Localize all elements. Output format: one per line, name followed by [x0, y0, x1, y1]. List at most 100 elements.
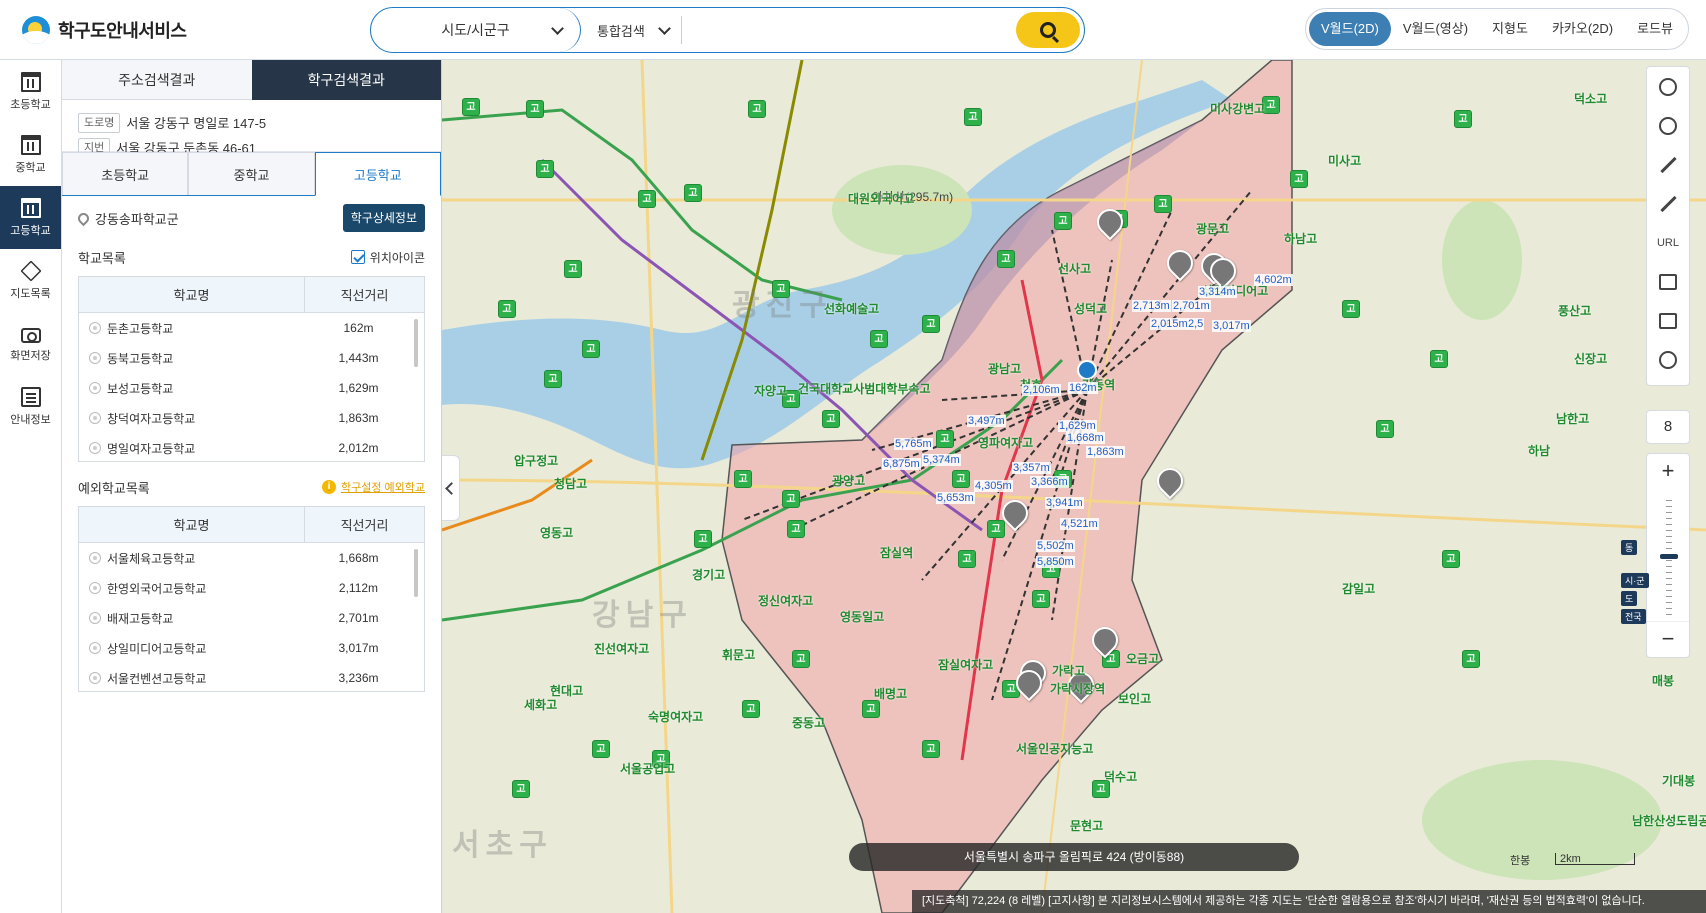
exception-info-link[interactable]: i 학구설정 예외학교 — [321, 479, 425, 495]
school-marker[interactable]: 고 — [734, 470, 752, 488]
map-view[interactable]: 광진구 강남구 서초구 고고고고고고고고고고고고고고고고고고고고고고고고고고고고… — [442, 60, 1706, 913]
tab-high[interactable]: 고등학교 — [314, 152, 441, 196]
table-row[interactable]: 동북고등학교 1,443m — [79, 343, 424, 373]
school-marker[interactable]: 고 — [822, 410, 840, 428]
school-marker[interactable]: 고 — [742, 700, 760, 718]
school-marker[interactable]: 고 — [694, 530, 712, 548]
nav-middle[interactable]: 중학교 — [0, 123, 61, 186]
radio-icon[interactable] — [89, 672, 101, 684]
print-button[interactable] — [1647, 262, 1689, 301]
school-marker[interactable]: 고 — [952, 470, 970, 488]
zoom-level-label[interactable]: 전국 — [1621, 609, 1646, 624]
table-row[interactable]: 배재고등학교 2,701m — [79, 603, 424, 633]
url-button[interactable]: URL — [1647, 223, 1689, 262]
school-marker[interactable]: 고 — [498, 300, 516, 318]
edit-button[interactable] — [1647, 301, 1689, 340]
measure-button[interactable] — [1647, 145, 1689, 184]
tab-district-result[interactable]: 학구검색결과 — [251, 60, 441, 100]
zoom-level-label[interactable]: 도 — [1621, 591, 1638, 606]
school-marker[interactable]: 고 — [462, 98, 480, 116]
tab-terrain[interactable]: 지형도 — [1480, 12, 1540, 46]
school-marker[interactable]: 고 — [870, 330, 888, 348]
locate-button[interactable] — [1647, 340, 1689, 379]
search-input[interactable] — [681, 16, 1016, 44]
school-marker[interactable]: 고 — [512, 780, 530, 798]
school-marker[interactable]: 고 — [862, 700, 880, 718]
nav-elementary[interactable]: 초등학교 — [0, 60, 61, 123]
radio-icon[interactable] — [89, 382, 101, 394]
checkbox-icon[interactable] — [350, 250, 365, 264]
radio-icon[interactable] — [89, 442, 101, 454]
tab-kakao-2d[interactable]: 카카오(2D) — [1540, 12, 1625, 46]
radio-icon[interactable] — [89, 582, 101, 594]
school-marker[interactable]: 고 — [544, 370, 562, 388]
table-row[interactable]: 명일여자고등학교 2,012m — [79, 433, 424, 461]
school-marker[interactable]: 고 — [1054, 212, 1072, 230]
radio-icon[interactable] — [89, 612, 101, 624]
table-row[interactable]: 보성고등학교 1,629m — [79, 373, 424, 403]
school-marker[interactable]: 고 — [748, 100, 766, 118]
nav-high[interactable]: 고등학교 — [0, 186, 61, 249]
table-row[interactable]: 한영외국어고등학교 2,112m — [79, 573, 424, 603]
radio-icon[interactable] — [89, 642, 101, 654]
school-marker[interactable]: 고 — [1442, 550, 1460, 568]
radio-icon[interactable] — [89, 412, 101, 424]
school-marker[interactable]: 고 — [1154, 195, 1172, 213]
school-marker[interactable]: 고 — [1454, 110, 1472, 128]
school-marker[interactable]: 고 — [958, 550, 976, 568]
tab-address-result[interactable]: 주소검색결과 — [62, 60, 252, 100]
panel-collapse-button[interactable] — [442, 455, 460, 521]
nav-map-list[interactable]: 지도목록 — [0, 249, 61, 312]
scrollbar[interactable] — [414, 549, 418, 597]
school-marker[interactable]: 고 — [1032, 590, 1050, 608]
school-marker[interactable]: 고 — [1342, 300, 1360, 318]
draw-button[interactable] — [1647, 184, 1689, 223]
nav-info[interactable]: 안내정보 — [0, 375, 61, 438]
school-marker[interactable]: 고 — [1430, 350, 1448, 368]
table-row[interactable]: 둔촌고등학교 162m — [79, 313, 424, 343]
table-row[interactable]: 서울컨벤션고등학교 3,236m — [79, 663, 424, 691]
district-detail-button[interactable]: 학구상세정보 — [342, 204, 425, 232]
zoom-handle[interactable] — [1660, 554, 1678, 559]
school-marker[interactable]: 고 — [638, 190, 656, 208]
school-marker[interactable]: 고 — [526, 100, 544, 118]
globe-button[interactable] — [1647, 106, 1689, 145]
school-marker[interactable]: 고 — [1462, 650, 1480, 668]
logo[interactable]: 학구도안내서비스 — [22, 16, 187, 44]
zoom-out-button[interactable]: − — [1647, 621, 1689, 657]
school-marker[interactable]: 고 — [787, 520, 805, 538]
tab-roadview[interactable]: 로드뷰 — [1625, 12, 1685, 46]
school-marker[interactable]: 고 — [1290, 170, 1308, 188]
school-marker[interactable]: 고 — [564, 260, 582, 278]
radio-icon[interactable] — [89, 322, 101, 334]
zoom-level-label[interactable]: 동 — [1621, 540, 1638, 555]
school-marker[interactable]: 고 — [1376, 420, 1394, 438]
region-select[interactable]: 시도/시군구 — [371, 8, 581, 52]
school-marker[interactable]: 고 — [782, 490, 800, 508]
school-marker[interactable]: 고 — [792, 650, 810, 668]
zoom-in-button[interactable]: + — [1647, 454, 1689, 490]
school-marker[interactable]: 고 — [536, 160, 554, 178]
tab-vworld-2d[interactable]: V월드(2D) — [1309, 12, 1391, 46]
table-row[interactable]: 서울체육고등학교 1,668m — [79, 543, 424, 573]
tab-vworld-image[interactable]: V월드(영상) — [1391, 12, 1480, 46]
search-type-select[interactable]: 통합검색 — [581, 8, 681, 52]
radio-icon[interactable] — [89, 352, 101, 364]
scrollbar[interactable] — [414, 319, 418, 367]
location-icon-toggle[interactable]: 위치아이콘 — [350, 249, 425, 266]
nav-save-screen[interactable]: 화면저장 — [0, 312, 61, 375]
school-marker[interactable]: 고 — [592, 740, 610, 758]
school-marker[interactable]: 고 — [772, 280, 790, 298]
radio-icon[interactable] — [89, 552, 101, 564]
school-marker[interactable]: 고 — [964, 108, 982, 126]
search-button[interactable] — [1016, 12, 1080, 48]
school-marker[interactable]: 고 — [997, 250, 1015, 268]
school-marker[interactable]: 고 — [987, 520, 1005, 538]
table-row[interactable]: 상일미디어고등학교 3,017m — [79, 633, 424, 663]
school-marker[interactable]: 고 — [922, 315, 940, 333]
refresh-button[interactable] — [1647, 67, 1689, 106]
school-marker[interactable]: 고 — [684, 184, 702, 202]
table-row[interactable]: 창덕여자고등학교 1,863m — [79, 403, 424, 433]
tab-elementary[interactable]: 초등학교 — [62, 152, 189, 195]
school-marker[interactable]: 고 — [936, 430, 954, 448]
